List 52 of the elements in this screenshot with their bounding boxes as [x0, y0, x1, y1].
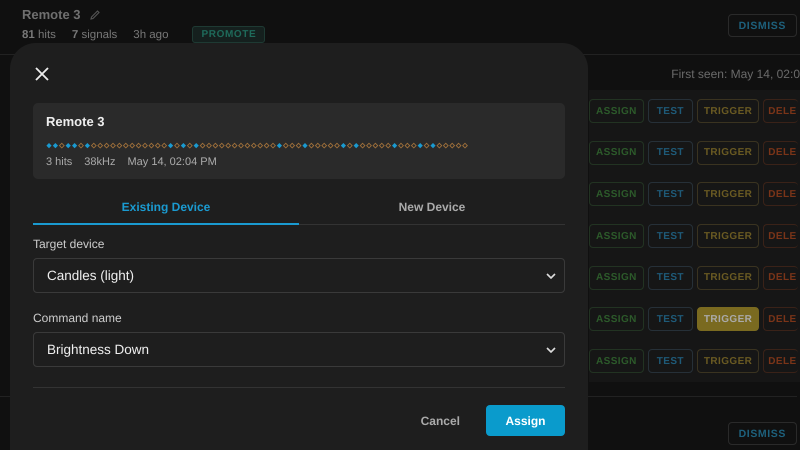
hits-text: 3 hits: [46, 156, 72, 168]
age-text: 3h ago: [133, 28, 168, 40]
assign-button[interactable]: ASSIGN: [589, 224, 644, 248]
delete-button[interactable]: DELE: [763, 182, 798, 206]
delete-button[interactable]: DELE: [763, 99, 798, 123]
assign-button[interactable]: ASSIGN: [589, 182, 644, 206]
trigger-button[interactable]: TRIGGER: [696, 266, 760, 290]
trigger-button[interactable]: TRIGGER: [696, 349, 760, 374]
chevron-icon: [546, 346, 556, 352]
trigger-button[interactable]: TRIGGER: [696, 140, 760, 165]
assign-button[interactable]: ASSIGN: [589, 140, 644, 165]
test-button[interactable]: TEST: [648, 349, 693, 374]
test-button[interactable]: TEST: [648, 224, 693, 248]
delete-button[interactable]: DELE: [763, 140, 798, 165]
test-button[interactable]: TEST: [648, 140, 693, 165]
trigger-button[interactable]: TRIGGER: [696, 307, 760, 332]
trigger-button[interactable]: TRIGGER: [696, 99, 760, 123]
frequency-text: 38kHz: [84, 156, 116, 168]
cancel-button[interactable]: Cancel: [412, 405, 468, 436]
assign-button[interactable]: ASSIGN: [589, 349, 644, 374]
trigger-button[interactable]: TRIGGER: [696, 182, 760, 206]
assign-button[interactable]: ASSIGN: [589, 266, 644, 290]
field-label: Command name: [33, 311, 123, 325]
assign-button[interactable]: ASSIGN: [589, 307, 644, 332]
chevron-icon: [546, 272, 556, 278]
test-button[interactable]: TEST: [648, 182, 693, 206]
remote-title: Remote 3: [22, 7, 81, 22]
select-field[interactable]: Candles (light): [33, 258, 565, 293]
pencil-icon[interactable]: [88, 8, 101, 20]
trigger-button[interactable]: TRIGGER: [696, 224, 760, 248]
signal-name: Remote 3: [46, 114, 106, 129]
delete-button[interactable]: DELE: [763, 349, 798, 374]
assign-button[interactable]: Assign: [486, 405, 565, 436]
stat-text: 81 hits: [22, 28, 56, 40]
stat-text: 7 signals: [72, 28, 118, 40]
test-button[interactable]: TEST: [648, 266, 693, 290]
dismiss-button[interactable]: DISMISS: [728, 422, 797, 445]
promote-badge[interactable]: PROMOTE: [192, 26, 266, 43]
select-field[interactable]: Brightness Down: [33, 332, 565, 367]
first-seen-text: First seen: May 14, 02:0: [671, 67, 800, 83]
close-icon[interactable]: [35, 67, 49, 81]
delete-button[interactable]: DELE: [763, 266, 798, 290]
tab[interactable]: New Device: [299, 191, 565, 225]
test-button[interactable]: TEST: [648, 99, 693, 123]
delete-button[interactable]: DELE: [763, 224, 798, 248]
assign-button[interactable]: ASSIGN: [589, 99, 644, 123]
test-button[interactable]: TEST: [648, 307, 693, 332]
time-text: May 14, 02:04 PM: [127, 156, 217, 168]
tab[interactable]: Existing Device: [33, 191, 299, 225]
delete-button[interactable]: DELE: [763, 307, 798, 332]
dismiss-button[interactable]: DISMISS: [728, 14, 797, 37]
field-label: Target device: [33, 237, 106, 251]
